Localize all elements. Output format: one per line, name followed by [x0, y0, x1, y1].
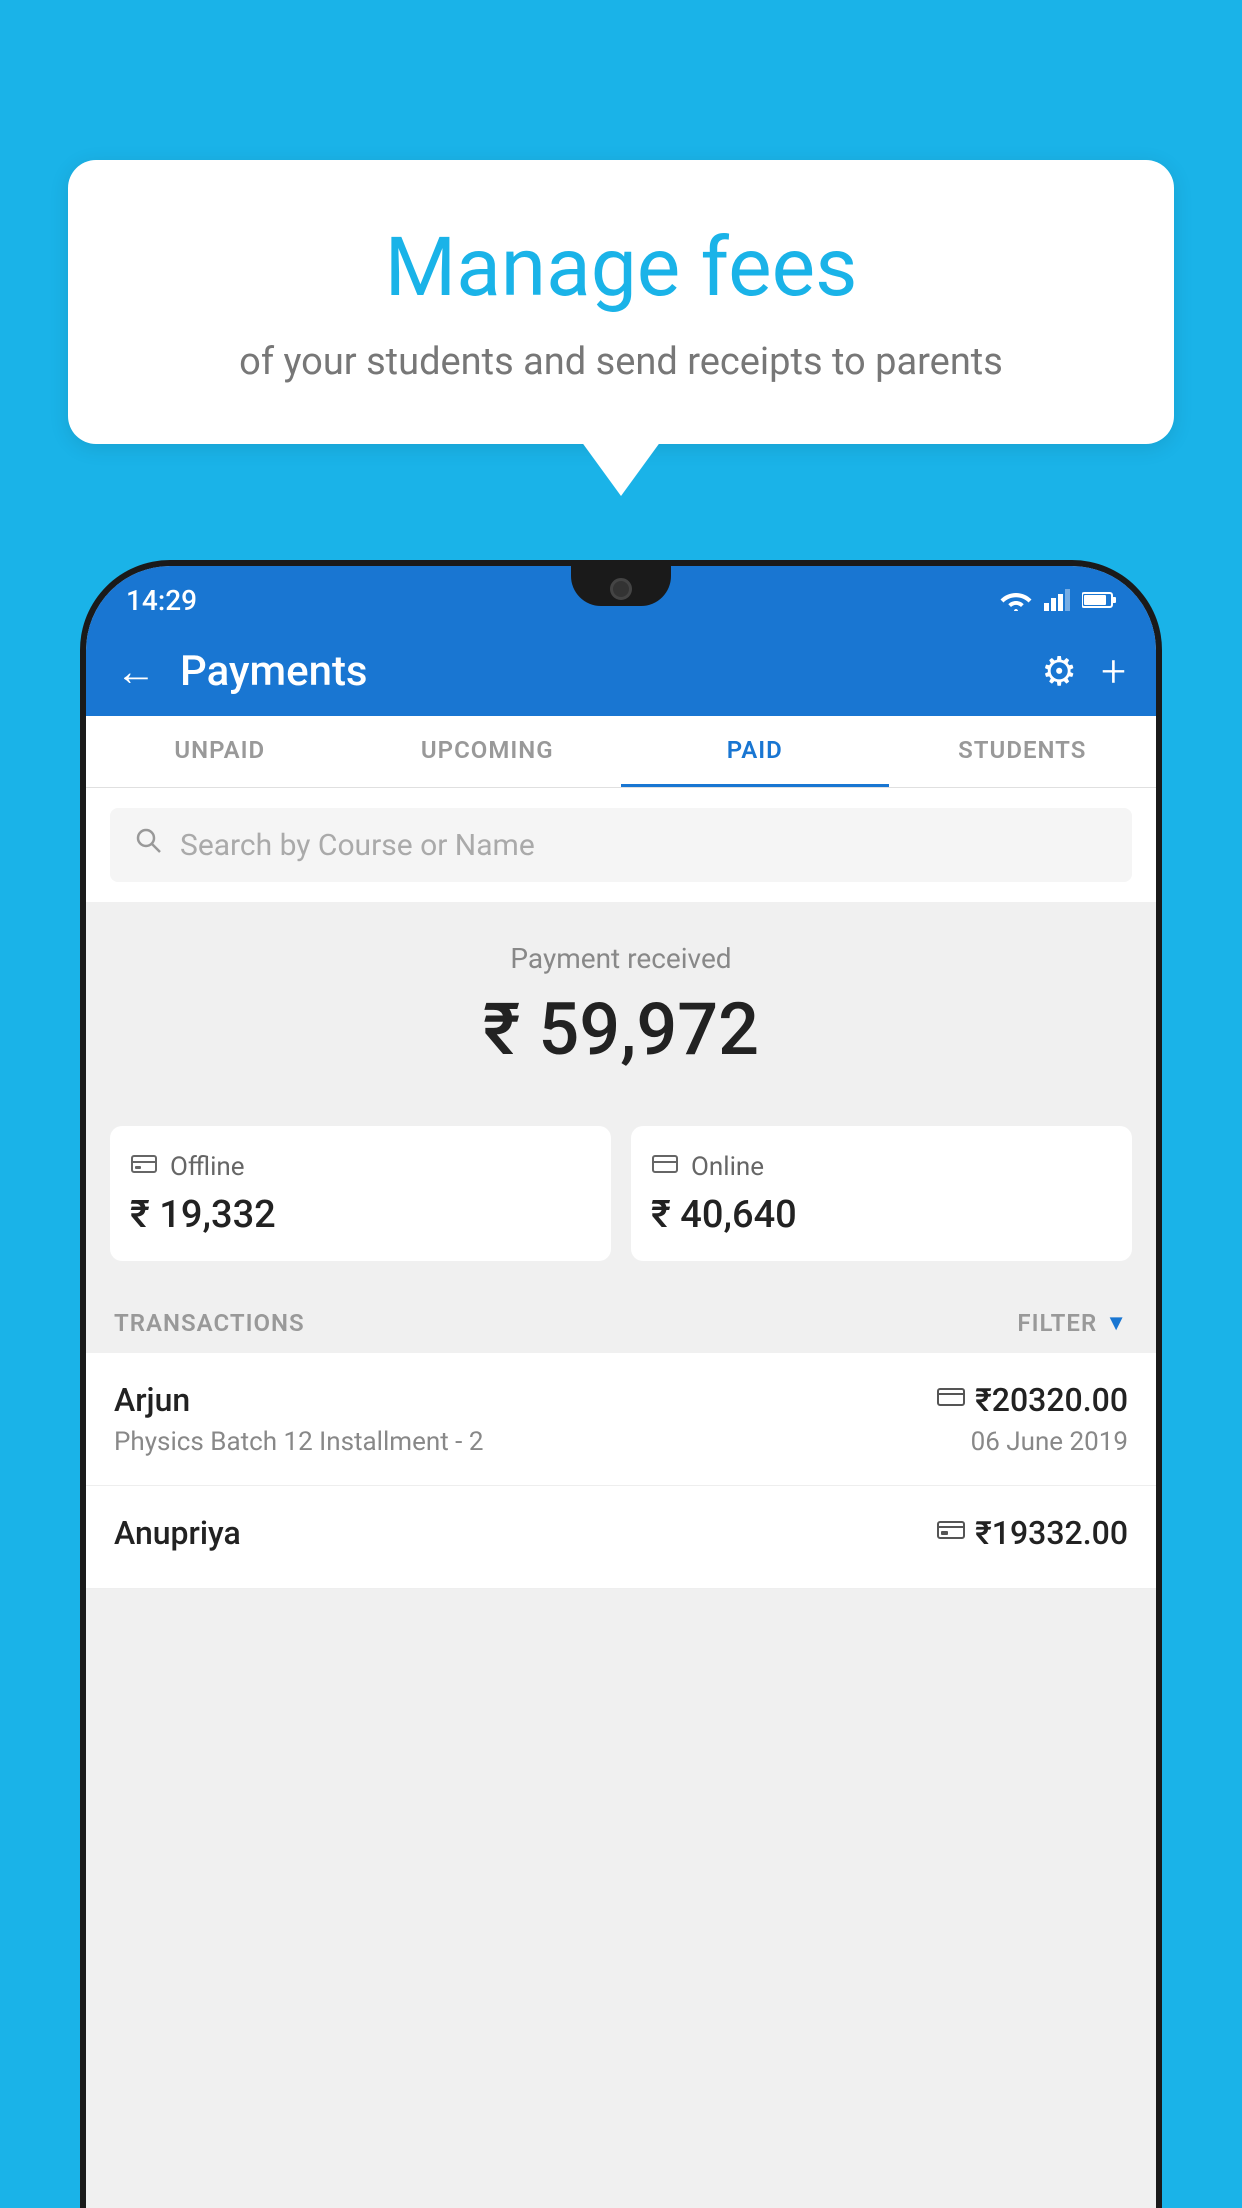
search-bar[interactable]: Search by Course or Name — [110, 808, 1132, 882]
transactions-label: TRANSACTIONS — [114, 1309, 305, 1337]
phone-screen: 14:29 — [86, 566, 1156, 2208]
payment-summary: Payment received ₹ 59,972 — [86, 902, 1156, 1102]
tabs-container: UNPAID UPCOMING PAID STUDENTS — [86, 716, 1156, 788]
payment-cards: Offline ₹ 19,332 Online ₹ 4 — [86, 1102, 1156, 1285]
signal-icon — [1044, 589, 1070, 611]
transaction-item[interactable]: Anupriya ₹19332.00 — [86, 1486, 1156, 1589]
online-label: Online — [691, 1152, 764, 1182]
transaction-bottom-row: Physics Batch 12 Installment - 2 06 June… — [114, 1427, 1128, 1457]
online-card-header: Online — [651, 1150, 1112, 1183]
payment-offline-icon — [937, 1518, 965, 1548]
bubble-subtitle: of your students and send receipts to pa… — [108, 340, 1134, 384]
transaction-list: Arjun ₹20320.00 Physics — [86, 1353, 1156, 1589]
offline-card-header: Offline — [130, 1150, 591, 1183]
add-button[interactable]: + — [1101, 645, 1126, 697]
transactions-header: TRANSACTIONS FILTER ▼ — [86, 1285, 1156, 1353]
front-camera — [610, 578, 632, 600]
search-placeholder: Search by Course or Name — [180, 828, 535, 863]
online-card: Online ₹ 40,640 — [631, 1126, 1132, 1261]
offline-card: Offline ₹ 19,332 — [110, 1126, 611, 1261]
bubble-title: Manage fees — [108, 220, 1134, 316]
wifi-icon — [1000, 589, 1032, 611]
back-button[interactable]: ← — [116, 648, 156, 695]
app-header: ← Payments ⚙ + — [86, 626, 1156, 716]
search-icon — [134, 826, 164, 864]
transaction-course: Physics Batch 12 Installment - 2 — [114, 1427, 483, 1457]
filter-label: FILTER — [1017, 1309, 1097, 1337]
transaction-top-row: Anupriya ₹19332.00 — [114, 1514, 1128, 1552]
transaction-amount: ₹19332.00 — [975, 1514, 1128, 1552]
tab-paid[interactable]: PAID — [621, 716, 889, 787]
transaction-amount-wrap: ₹19332.00 — [937, 1514, 1128, 1552]
status-icons — [1000, 589, 1116, 611]
transaction-date: 06 June 2019 — [971, 1427, 1128, 1457]
battery-icon — [1082, 591, 1116, 609]
offline-icon — [130, 1150, 158, 1183]
phone-notch — [571, 566, 671, 606]
tab-unpaid[interactable]: UNPAID — [86, 716, 354, 787]
filter-button[interactable]: FILTER ▼ — [1017, 1309, 1128, 1337]
filter-icon: ▼ — [1105, 1310, 1128, 1336]
online-amount: ₹ 40,640 — [651, 1193, 1112, 1237]
transaction-top-row: Arjun ₹20320.00 — [114, 1381, 1128, 1419]
transaction-name: Arjun — [114, 1381, 190, 1419]
phone-frame: 14:29 — [80, 560, 1162, 2208]
payment-online-icon — [937, 1385, 965, 1415]
online-icon — [651, 1150, 679, 1183]
offline-amount: ₹ 19,332 — [130, 1193, 591, 1237]
settings-icon[interactable]: ⚙ — [1041, 648, 1077, 695]
phone-inner: 14:29 — [86, 566, 1156, 2208]
transaction-amount: ₹20320.00 — [975, 1381, 1128, 1419]
payment-total-amount: ₹ 59,972 — [110, 987, 1132, 1072]
payment-received-label: Payment received — [110, 942, 1132, 975]
tab-upcoming[interactable]: UPCOMING — [354, 716, 622, 787]
status-time: 14:29 — [126, 584, 197, 617]
transaction-item[interactable]: Arjun ₹20320.00 Physics — [86, 1353, 1156, 1486]
search-container: Search by Course or Name — [86, 788, 1156, 902]
tab-students[interactable]: STUDENTS — [889, 716, 1157, 787]
transaction-name: Anupriya — [114, 1514, 241, 1552]
speech-bubble: Manage fees of your students and send re… — [68, 160, 1174, 444]
transaction-amount-wrap: ₹20320.00 — [937, 1381, 1128, 1419]
offline-label: Offline — [170, 1152, 245, 1182]
header-title: Payments — [180, 647, 1017, 696]
